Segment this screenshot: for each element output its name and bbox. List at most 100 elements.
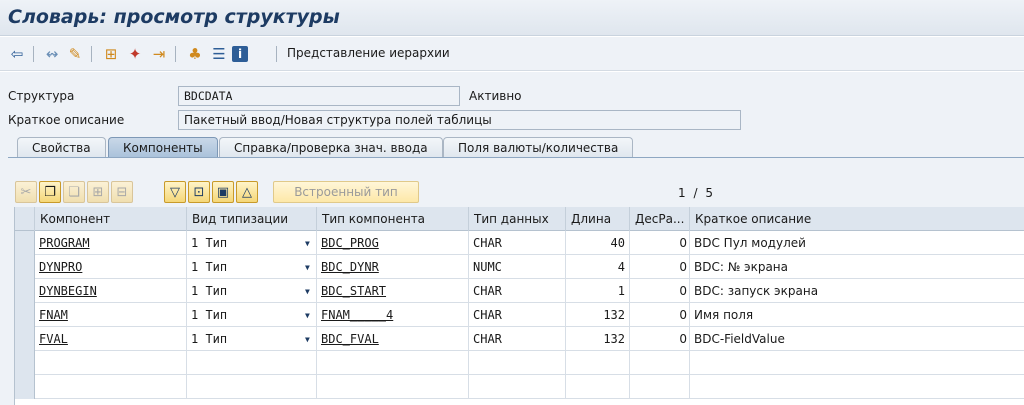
column-header-typing[interactable]: Вид типизации	[187, 207, 317, 231]
data-type-cell[interactable]: CHAR	[469, 303, 566, 327]
component-type-cell[interactable]: BDC_DYNR	[317, 255, 469, 279]
description-cell[interactable]: BDC-FieldValue	[690, 327, 1024, 351]
empty-cell[interactable]	[690, 351, 1024, 375]
row-selector[interactable]	[15, 279, 35, 303]
description-cell[interactable]: BDC Пул модулей	[690, 231, 1024, 255]
object-list-icon[interactable]: ⇥	[149, 44, 169, 64]
display-change-icon[interactable]: ✎	[65, 44, 85, 64]
back-icon[interactable]: ⇦	[7, 44, 27, 64]
expand-icon[interactable]: ▽	[164, 181, 186, 203]
include-icon[interactable]: ⊡	[188, 181, 210, 203]
empty-cell[interactable]	[630, 375, 690, 399]
data-type-cell[interactable]: CHAR	[469, 279, 566, 303]
typing-cell[interactable]: 1 Тип ▼	[187, 327, 317, 351]
data-type-cell[interactable]: CHAR	[469, 231, 566, 255]
where-used-icon[interactable]: ⊞	[101, 44, 121, 64]
delete-row-icon[interactable]: ⊟	[111, 181, 133, 203]
tab-input-help[interactable]: Справка/проверка знач. ввода	[219, 137, 443, 158]
cut-icon[interactable]: ✂	[15, 181, 37, 203]
component-type-cell[interactable]: BDC_FVAL	[317, 327, 469, 351]
dropdown-icon[interactable]: ▼	[305, 287, 310, 296]
empty-cell[interactable]	[317, 351, 469, 375]
description-cell[interactable]: Имя поля	[690, 303, 1024, 327]
details-icon[interactable]: ▣	[212, 181, 234, 203]
empty-cell[interactable]	[469, 351, 566, 375]
component-cell[interactable]: FNAM	[35, 303, 187, 327]
copy-icon[interactable]: ❐	[39, 181, 61, 203]
empty-cell[interactable]	[630, 351, 690, 375]
row-selector[interactable]	[15, 255, 35, 279]
column-header-description[interactable]: Краткое описание	[690, 207, 1024, 231]
length-cell[interactable]: 132	[566, 327, 630, 351]
empty-table-row[interactable]	[15, 375, 1024, 399]
typing-cell[interactable]: 1 Тип ▼	[187, 255, 317, 279]
row-selector[interactable]	[15, 375, 35, 399]
row-selector[interactable]	[15, 351, 35, 375]
component-cell[interactable]: FVAL	[35, 327, 187, 351]
dropdown-icon[interactable]: ▼	[305, 239, 310, 248]
hierarchy-icon[interactable]: ♣	[185, 44, 205, 64]
empty-cell[interactable]	[187, 351, 317, 375]
table-row[interactable]: FNAM 1 Тип ▼ FNAM_____4 CHAR 132 0 Имя по…	[15, 303, 1024, 327]
empty-cell[interactable]	[690, 375, 1024, 399]
length-cell[interactable]: 4	[566, 255, 630, 279]
decimals-cell[interactable]: 0	[630, 303, 690, 327]
table-row[interactable]: DYNPRO 1 Тип ▼ BDC_DYNR NUMC 4 0 BDC: № э…	[15, 255, 1024, 279]
column-header-component-type[interactable]: Тип компонента	[317, 207, 469, 231]
hierarchy-view-button[interactable]: Представление иерархии	[287, 46, 450, 60]
empty-cell[interactable]	[35, 351, 187, 375]
structure-field[interactable]: BDCDATA	[178, 86, 460, 106]
tab-currency-quantity[interactable]: Поля валюты/количества	[443, 137, 634, 158]
component-cell[interactable]: DYNPRO	[35, 255, 187, 279]
decimals-cell[interactable]: 0	[630, 255, 690, 279]
data-type-cell[interactable]: NUMC	[469, 255, 566, 279]
typing-cell[interactable]: 1 Тип ▼	[187, 231, 317, 255]
component-type-cell[interactable]: BDC_START	[317, 279, 469, 303]
typing-cell[interactable]: 1 Тип ▼	[187, 279, 317, 303]
info-icon[interactable]: i	[232, 46, 248, 62]
column-header-data-type[interactable]: Тип данных	[469, 207, 566, 231]
select-all-cell[interactable]	[15, 207, 35, 231]
component-type-cell[interactable]: BDC_PROG	[317, 231, 469, 255]
builtin-type-button[interactable]: Встроенный тип	[273, 181, 419, 203]
row-selector[interactable]	[15, 231, 35, 255]
description-cell[interactable]: BDC: запуск экрана	[690, 279, 1024, 303]
tab-components[interactable]: Компоненты	[108, 137, 218, 158]
other-object-icon[interactable]: ↭	[42, 44, 62, 64]
short-description-field[interactable]: Пакетный ввод/Новая структура полей табл…	[178, 110, 741, 130]
insert-row-icon[interactable]: ⊞	[87, 181, 109, 203]
structure-icon[interactable]: ☰	[209, 44, 229, 64]
description-cell[interactable]: BDC: № экрана	[690, 255, 1024, 279]
empty-cell[interactable]	[317, 375, 469, 399]
decimals-cell[interactable]: 0	[630, 327, 690, 351]
typing-cell[interactable]: 1 Тип ▼	[187, 303, 317, 327]
empty-cell[interactable]	[566, 375, 630, 399]
empty-cell[interactable]	[35, 375, 187, 399]
length-cell[interactable]: 40	[566, 231, 630, 255]
dropdown-icon[interactable]: ▼	[305, 263, 310, 272]
empty-cell[interactable]	[187, 375, 317, 399]
table-row[interactable]: PROGRAM 1 Тип ▼ BDC_PROG CHAR 40 0 BDC Пу…	[15, 231, 1024, 255]
row-selector[interactable]	[15, 327, 35, 351]
empty-cell[interactable]	[469, 375, 566, 399]
column-header-length[interactable]: Длина	[566, 207, 630, 231]
activate-icon[interactable]: ✦	[125, 44, 145, 64]
empty-table-row[interactable]	[15, 351, 1024, 375]
tab-properties[interactable]: Свойства	[17, 137, 106, 158]
dropdown-icon[interactable]: ▼	[305, 311, 310, 320]
component-cell[interactable]: DYNBEGIN	[35, 279, 187, 303]
component-cell[interactable]: PROGRAM	[35, 231, 187, 255]
empty-cell[interactable]	[566, 351, 630, 375]
length-cell[interactable]: 132	[566, 303, 630, 327]
paste-icon[interactable]: ❏	[63, 181, 85, 203]
column-header-component[interactable]: Компонент	[35, 207, 187, 231]
decimals-cell[interactable]: 0	[630, 279, 690, 303]
column-header-decimals[interactable]: ДесРа...	[630, 207, 690, 231]
data-type-cell[interactable]: CHAR	[469, 327, 566, 351]
table-row[interactable]: FVAL 1 Тип ▼ BDC_FVAL CHAR 132 0 BDC-Fiel…	[15, 327, 1024, 351]
component-type-cell[interactable]: FNAM_____4	[317, 303, 469, 327]
row-selector[interactable]	[15, 303, 35, 327]
table-row[interactable]: DYNBEGIN 1 Тип ▼ BDC_START CHAR 1 0 BDC: …	[15, 279, 1024, 303]
dropdown-icon[interactable]: ▼	[305, 335, 310, 344]
decimals-cell[interactable]: 0	[630, 231, 690, 255]
